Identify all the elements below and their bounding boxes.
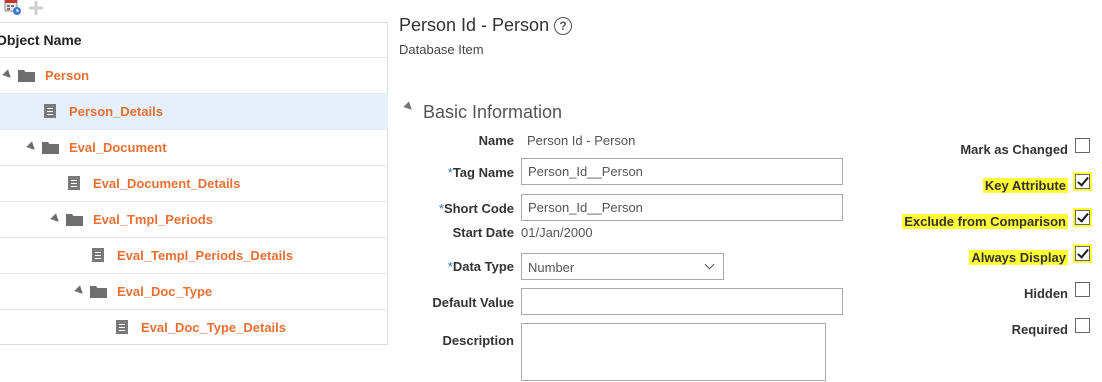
default-value-input[interactable]: [521, 288, 843, 315]
key-attribute-label: Key Attribute: [982, 178, 1068, 193]
collapse-icon[interactable]: [74, 285, 86, 297]
folder-icon: [90, 286, 107, 298]
data-type-selected-value: Number: [528, 260, 575, 275]
always-display-label: Always Display: [969, 250, 1068, 265]
chevron-down-icon[interactable]: [704, 259, 715, 270]
start-date-value: 01/Jan/2000: [521, 225, 593, 240]
short-code-input[interactable]: [521, 194, 843, 221]
tag-name-input[interactable]: [521, 158, 843, 185]
required-checkbox[interactable]: [1075, 318, 1090, 333]
name-label: Name: [478, 133, 514, 148]
collapse-icon[interactable]: [50, 213, 62, 225]
tree-row-person-details[interactable]: Person_Details: [0, 94, 388, 130]
tree-row-eval-document-details[interactable]: Eval_Document_Details: [0, 166, 388, 202]
page-title: Person Id - Person: [399, 15, 550, 35]
start-date-label: Start Date: [452, 225, 514, 240]
document-icon: [116, 320, 128, 334]
tree-row-label[interactable]: Eval_Doc_Type: [117, 274, 212, 310]
document-icon: [92, 248, 104, 262]
section-title[interactable]: Basic Information: [423, 102, 562, 123]
tree-row-eval-templ-periods-details[interactable]: Eval_Templ_Periods_Details: [0, 238, 388, 274]
hierarchy-schedule-icon[interactable]: [4, 0, 22, 16]
mark-as-changed-checkbox[interactable]: [1075, 138, 1090, 153]
page-subtitle: Database Item: [399, 42, 484, 57]
tree-row-eval-tmpl-periods[interactable]: Eval_Tmpl_Periods: [0, 202, 388, 238]
tree-row-eval-document[interactable]: Eval_Document: [0, 130, 388, 166]
exclude-from-comparison-label: Exclude from Comparison: [902, 214, 1068, 229]
default-value-label: Default Value: [432, 295, 514, 310]
tree-row-label[interactable]: Person_Details: [69, 94, 163, 130]
tree-row-eval-doc-type[interactable]: Eval_Doc_Type: [0, 274, 388, 310]
object-tree: Object Name Person Person_Details Eval_D…: [0, 22, 388, 345]
page-header: Person Id - Person?: [399, 15, 573, 36]
tag-name-label-text: Tag Name: [452, 165, 514, 180]
description-label: Description: [442, 333, 514, 348]
data-type-label: *Data Type: [399, 259, 514, 274]
tree-row-label[interactable]: Person: [45, 58, 89, 94]
tree-row-label[interactable]: Eval_Document_Details: [93, 166, 240, 202]
required-label: Required: [1011, 322, 1068, 337]
folder-icon: [66, 214, 83, 226]
description-textarea[interactable]: [521, 323, 826, 381]
data-type-label-text: Data Type: [452, 259, 514, 274]
exclude-from-comparison-checkbox[interactable]: [1075, 210, 1090, 225]
tag-name-label: *Tag Name: [399, 165, 514, 180]
hidden-checkbox[interactable]: [1075, 282, 1090, 297]
folder-icon: [42, 142, 59, 154]
tree-column-header: Object Name: [0, 23, 387, 58]
section-collapse-icon[interactable]: [403, 101, 415, 113]
tree-row-label[interactable]: Eval_Tmpl_Periods: [93, 202, 213, 238]
tree-row-person[interactable]: Person: [0, 58, 388, 94]
tree-row-eval-doc-type-details[interactable]: Eval_Doc_Type_Details: [0, 310, 388, 346]
help-icon[interactable]: ?: [554, 16, 573, 35]
document-icon: [68, 176, 80, 190]
collapse-icon[interactable]: [2, 69, 14, 81]
tree-row-label[interactable]: Eval_Doc_Type_Details: [141, 310, 286, 346]
name-value: Person Id - Person: [527, 133, 636, 148]
hidden-label: Hidden: [1023, 286, 1068, 301]
data-type-select[interactable]: Number: [521, 253, 724, 280]
tree-row-label[interactable]: Eval_Document: [69, 130, 167, 166]
tree-toolbar: [0, 0, 60, 18]
folder-icon: [18, 70, 35, 82]
always-display-checkbox[interactable]: [1075, 246, 1090, 261]
mark-as-changed-label: Mark as Changed: [960, 142, 1068, 157]
add-icon[interactable]: [29, 1, 43, 15]
key-attribute-checkbox[interactable]: [1075, 174, 1090, 189]
tree-row-label[interactable]: Eval_Templ_Periods_Details: [117, 238, 293, 274]
collapse-icon[interactable]: [26, 141, 38, 153]
short-code-label-text: Short Code: [443, 201, 514, 216]
document-icon: [44, 104, 56, 118]
short-code-label: *Short Code: [399, 201, 514, 216]
